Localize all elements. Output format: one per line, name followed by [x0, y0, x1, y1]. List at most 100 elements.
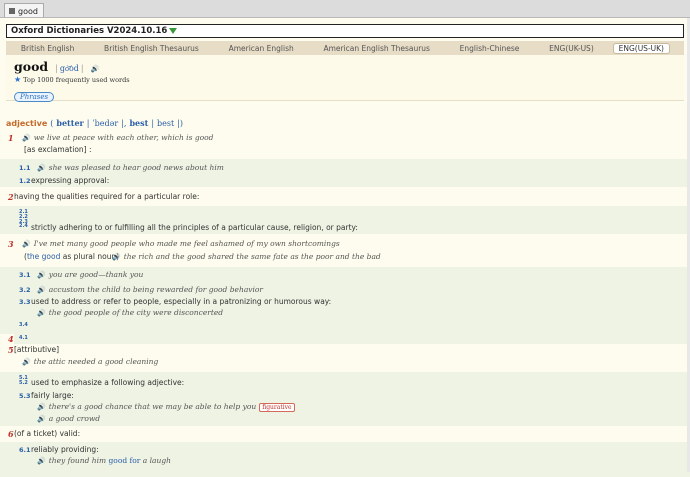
tab-american-thesaurus[interactable]: American English Thesaurus	[309, 44, 445, 53]
form-sep3: |	[151, 118, 155, 128]
example: 🔊 she was pleased to hear good news about…	[37, 163, 224, 172]
example-text: she was pleased to hear good news about …	[48, 163, 224, 172]
example-text: I've met many good people who made me fe…	[33, 239, 340, 248]
example-text: a laugh	[142, 456, 171, 465]
tab-eng-uk-us[interactable]: ENG(UK-US)	[534, 44, 608, 53]
subsense-number: 3.3	[19, 298, 31, 306]
speaker-icon[interactable]: 🔊	[37, 286, 46, 294]
definition: fairly large:	[31, 391, 74, 400]
definition: strictly adhering to or fulfilling all t…	[31, 223, 358, 232]
tab-english-chinese[interactable]: English-Chinese	[445, 44, 534, 53]
sense-1-subsenses: 1.1 🔊 she was pleased to hear good news a…	[0, 159, 690, 187]
sense-1: 1 🔊 we live at peace with each other, whi…	[0, 131, 690, 159]
subsense-number: 3.1	[19, 271, 31, 279]
form-better[interactable]: better	[56, 118, 83, 128]
source-tabs: British English British English Thesauru…	[6, 41, 684, 55]
speaker-icon[interactable]: 🔊	[22, 240, 31, 248]
part-of-speech: adjective	[6, 118, 48, 128]
plural-note: (the good as plural noun)	[24, 252, 119, 261]
definition: (of a ticket) valid:	[14, 429, 81, 438]
star-icon: ★	[14, 75, 22, 84]
pronunciation: | go͝od |	[55, 64, 84, 73]
subsense-number: 1.1	[19, 164, 31, 172]
sense-3: 3 🔊 I've met many good people who made me…	[0, 235, 690, 267]
subsense-number[interactable]: 5.2	[19, 380, 28, 386]
example: 🔊 we live at peace with each other, which…	[22, 133, 213, 142]
speaker-icon[interactable]: 🔊	[22, 134, 31, 142]
frequency-label: Top 1000 frequently used words	[23, 75, 130, 84]
sense-4-subsenses: 4.1	[14, 334, 690, 344]
definition: used to address or refer to people, espe…	[31, 297, 332, 306]
sense-6: 6 (of a ticket) valid:	[0, 426, 690, 442]
definition: having the qualities required for a part…	[14, 192, 200, 201]
pronunciation-text: go͝od	[59, 64, 79, 73]
tab-british-thesaurus[interactable]: British English Thesaurus	[89, 44, 214, 53]
example-text: the good people of the city were disconc…	[48, 308, 224, 317]
definition: used to emphasize a following adjective:	[31, 378, 185, 387]
speaker-icon[interactable]: 🔊	[37, 271, 46, 279]
forms-close: |)	[177, 118, 184, 128]
browser-tab-label: good	[18, 6, 38, 16]
subsense-number[interactable]: 4.1	[19, 335, 28, 341]
collapse-triangle-icon[interactable]	[169, 28, 178, 34]
example-highlight: good for	[108, 456, 141, 465]
browser-tab[interactable]: good	[4, 3, 44, 17]
form-sep2: |,	[121, 118, 127, 128]
example-text: the rich and the good shared the same fa…	[123, 252, 381, 261]
example-text: they found him	[48, 456, 107, 465]
subsense-number[interactable]: 3.4	[19, 322, 28, 328]
example: 🔊 accustom the child to being rewarded fo…	[37, 285, 263, 294]
figurative-badge: figurative	[259, 403, 295, 412]
dictionary-title: Oxford Dictionaries V2024.10.16	[11, 26, 168, 36]
headword: good	[14, 59, 49, 74]
grammar-tag: [as exclamation] :	[24, 145, 92, 154]
sense-number: 5	[8, 345, 14, 355]
sense-number: 1	[8, 133, 14, 143]
tab-american-english[interactable]: American English	[214, 44, 309, 53]
example: 🔊 there's a good chance that we may be ab…	[37, 402, 295, 412]
page-icon	[9, 8, 15, 14]
subsense-number[interactable]: 2.4	[19, 223, 28, 229]
sense-number: 2	[8, 192, 14, 202]
speaker-icon[interactable]: 🔊	[112, 253, 121, 261]
speaker-icon[interactable]: 🔊	[37, 457, 46, 465]
grammar-tag: [attributive]	[14, 345, 60, 354]
example: 🔊 you are good—thank you	[37, 270, 143, 279]
example: 🔊 the rich and the good shared the same f…	[112, 252, 381, 261]
speaker-icon[interactable]: 🔊	[37, 403, 46, 411]
sense-2-subsenses: 2.1 2.2 2.3 2.4 strictly adhering to or …	[0, 206, 690, 234]
speaker-icon[interactable]: 🔊	[37, 309, 46, 317]
pos-line: adjective ( better | ˈbedər |, best | be…	[0, 117, 690, 129]
dictionary-title-bar[interactable]: Oxford Dictionaries V2024.10.16	[6, 24, 684, 38]
form-best[interactable]: best	[129, 118, 148, 128]
tab-eng-us-uk[interactable]: ENG(US-UK)	[612, 42, 670, 54]
subsense-number: 3.2	[19, 286, 31, 294]
example-text: you are good—thank you	[48, 270, 144, 279]
example-text: there's a good chance that we may be abl…	[48, 402, 257, 411]
subsense-number: 6.1	[19, 446, 31, 454]
example-text: the attic needed a good cleaning	[33, 357, 159, 366]
sense-5: 5 [attributive] 🔊 the attic needed a good…	[0, 345, 690, 373]
example-text: a good crowd	[48, 414, 101, 423]
sense-number: 4	[8, 334, 14, 344]
tab-british-english[interactable]: British English	[6, 44, 89, 53]
phrases-button[interactable]: Phrases	[14, 92, 55, 102]
plural-label: as plural noun)	[62, 252, 120, 261]
entry-header: good | go͝od | 🔊 ★ Top 1000 frequently use…	[6, 55, 684, 102]
speaker-icon[interactable]: 🔊	[91, 65, 100, 73]
sense-number: 3	[8, 239, 14, 249]
speaker-icon[interactable]: 🔊	[22, 358, 31, 366]
sense-number: 6	[8, 429, 14, 439]
sense-5-subsenses: 5.1 5.2 used to emphasize a following ad…	[0, 372, 690, 426]
example-text: we live at peace with each other, which …	[33, 133, 214, 142]
example-text: accustom the child to being rewarded for…	[48, 285, 264, 294]
example: 🔊 I've met many good people who made me f…	[22, 239, 340, 248]
speaker-icon[interactable]: 🔊	[37, 415, 46, 423]
example: 🔊 a good crowd	[37, 414, 100, 423]
definition: expressing approval:	[31, 176, 110, 185]
example: 🔊 they found him good for a laugh	[37, 456, 171, 465]
the-good: the good	[26, 252, 61, 261]
sense-2: 2 having the qualities required for a pa…	[0, 189, 690, 205]
forms-open: (	[50, 118, 54, 128]
speaker-icon[interactable]: 🔊	[37, 164, 46, 172]
